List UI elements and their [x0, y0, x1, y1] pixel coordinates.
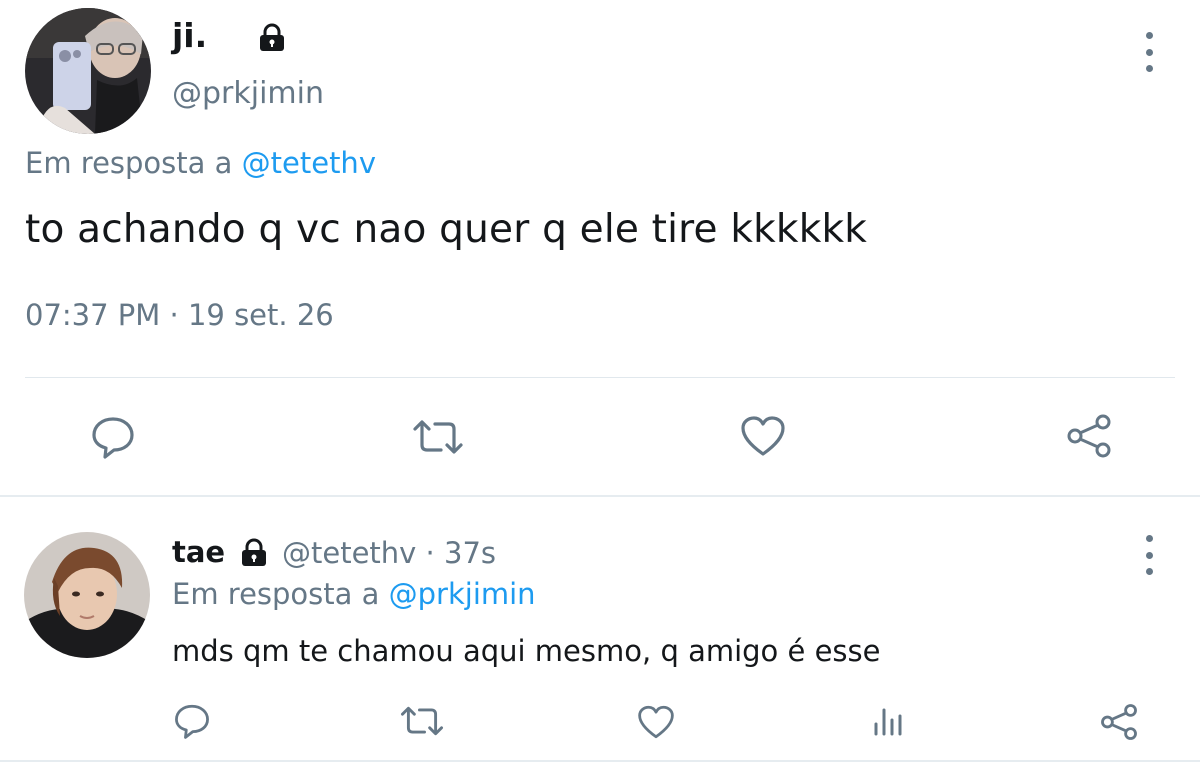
- lock-icon: [256, 22, 288, 54]
- tweet-text: mds qm te chamou aqui mesmo, q amigo é e…: [172, 634, 881, 668]
- more-vertical-icon[interactable]: [1139, 32, 1159, 72]
- reply-to-link[interactable]: @prkjimin: [389, 577, 536, 611]
- share-button[interactable]: [1098, 701, 1140, 743]
- heart-icon: [741, 416, 785, 456]
- avatar[interactable]: [24, 532, 150, 658]
- reply-prefix: Em resposta a: [172, 577, 389, 611]
- reply-context: Em resposta a @tetethv: [25, 146, 376, 180]
- more-vertical-icon[interactable]: [1139, 535, 1159, 575]
- lock-icon: [238, 537, 270, 569]
- share-icon: [1067, 414, 1111, 458]
- retweet-icon: [413, 420, 463, 454]
- reply-to-link[interactable]: @tetethv: [242, 146, 376, 180]
- share-button[interactable]: [1064, 412, 1114, 460]
- avatar[interactable]: [25, 8, 151, 134]
- avatar-image: [25, 8, 151, 134]
- tweet-timestamp[interactable]: 07:37 PM · 19 set. 26: [25, 298, 334, 332]
- display-name[interactable]: ji.: [172, 16, 207, 55]
- comment-icon: [175, 704, 209, 739]
- divider: [0, 760, 1200, 762]
- like-button[interactable]: [738, 412, 788, 460]
- share-icon: [1101, 704, 1137, 740]
- like-button[interactable]: [636, 702, 676, 742]
- reply-button[interactable]: [88, 413, 138, 461]
- user-handle[interactable]: @prkjimin: [172, 76, 324, 111]
- retweet-button[interactable]: [410, 416, 466, 458]
- retweet-icon: [401, 706, 443, 736]
- reply-context: Em resposta a @prkjimin: [172, 577, 536, 611]
- bar-chart-icon: [874, 708, 902, 736]
- reply-prefix: Em resposta a: [25, 146, 242, 180]
- divider: [0, 495, 1200, 497]
- comment-icon: [92, 417, 134, 459]
- retweet-button[interactable]: [398, 703, 446, 739]
- user-handle-time[interactable]: @tetethv · 37s: [282, 536, 496, 570]
- reply-button[interactable]: [172, 701, 212, 741]
- heart-icon: [638, 705, 674, 739]
- avatar-image: [24, 532, 150, 658]
- analytics-button[interactable]: [868, 702, 908, 742]
- divider: [25, 377, 1175, 378]
- display-name[interactable]: tae: [172, 535, 225, 569]
- tweet-text: to achando q vc nao quer q ele tire kkkk…: [25, 207, 868, 252]
- main-tweet: ji. @prkjimin Em resposta a @tetethv to …: [0, 0, 1200, 495]
